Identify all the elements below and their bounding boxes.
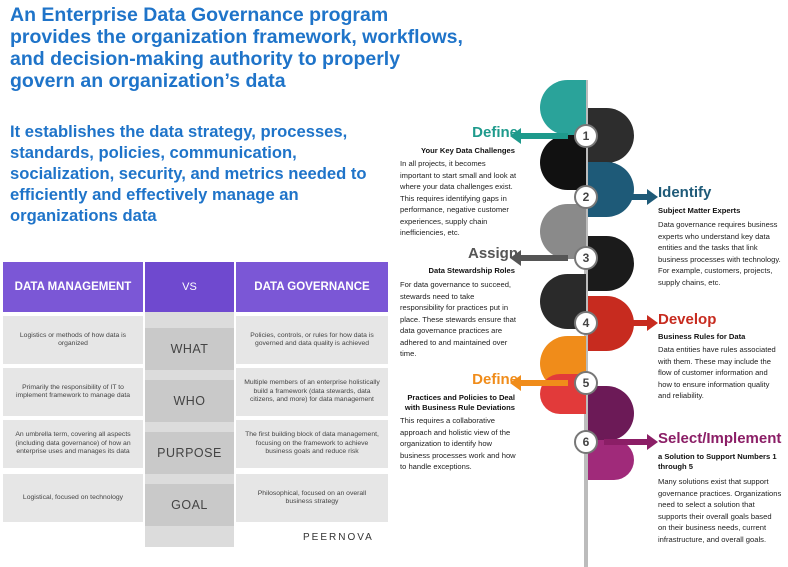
arrow-5-icon: [510, 375, 568, 391]
step-5-title: Define: [472, 371, 518, 388]
step-1-title: Define: [472, 124, 518, 141]
subheading-line: organizations data: [10, 206, 157, 225]
step-number-6: 6: [574, 430, 598, 454]
management-who-cell: Primarily the responsibility of IT to im…: [3, 368, 143, 416]
headline-line: and decision-making authority to properl…: [10, 48, 401, 70]
governance-who-cell: Multiple members of an enterprise holist…: [236, 368, 388, 416]
data-governance-header: DATA GOVERNANCE: [236, 262, 388, 312]
data-management-header: DATA MANAGEMENT: [3, 262, 143, 312]
headline: An Enterprise Data Governance program pr…: [10, 4, 510, 92]
management-what-cell: Logistics or methods of how data is orga…: [3, 316, 143, 364]
governance-steps-infographic: 1 2 3 4 5 6 Define Your Key Data Challen…: [400, 80, 788, 567]
management-goal-cell: Logistical, focused on technology: [3, 474, 143, 522]
step-number-5: 5: [574, 371, 598, 395]
step-6-title: Select/Implement: [658, 430, 782, 447]
vs-header: VS: [145, 262, 234, 312]
subheading-line: standards, policies, communication,: [10, 143, 297, 162]
step-5-body: This requires a collaborative approach a…: [400, 416, 516, 471]
subheading: It establishes the data strategy, proces…: [10, 121, 405, 226]
step-3-title: Assign: [467, 245, 518, 262]
petal-6-decoration: [588, 386, 634, 441]
peernova-logo: PEERNOVA: [303, 532, 374, 543]
subheading-line: socialization, security, and metrics nee…: [10, 164, 367, 183]
step-4-title: Develop: [658, 311, 717, 328]
arrow-1-icon: [510, 128, 568, 144]
row-label-purpose: PURPOSE: [145, 432, 234, 474]
step-3-subtitle: Data Stewardship Roles: [428, 266, 515, 275]
arrow-4-icon: [604, 315, 658, 331]
step-2-subtitle: Subject Matter Experts: [658, 206, 741, 215]
step-6-subtitle: a Solution to Support Numbers 1 through …: [658, 452, 777, 471]
step-4-subtitle: Business Rules for Data: [658, 332, 746, 341]
step-4-body: Data entities have rules associated with…: [658, 345, 776, 400]
management-purpose-cell: An umbrella term, covering all aspects (…: [3, 420, 143, 468]
arrow-2-icon: [604, 189, 658, 205]
step-number-2: 2: [574, 185, 598, 209]
step-3-body: For data governance to succeed, stewards…: [400, 280, 516, 358]
governance-purpose-cell: The first building block of data managem…: [236, 420, 388, 468]
arrow-3-icon: [510, 250, 568, 266]
step-5-subtitle: Practices and Policies to Deal with Busi…: [404, 393, 515, 412]
headline-line: provides the organization framework, wor…: [10, 26, 463, 48]
governance-what-cell: Policies, controls, or rules for how dat…: [236, 316, 388, 364]
subheading-line: It establishes the data strategy, proces…: [10, 122, 348, 141]
subheading-line: efficiently and effectively manage an: [10, 185, 299, 204]
step-6-body: Many solutions exist that support govern…: [658, 477, 782, 544]
row-label-goal: GOAL: [145, 484, 234, 526]
step-2-body: Data governance requires business expert…: [658, 220, 781, 287]
step-2-title: Identify: [658, 184, 712, 201]
step-1-subtitle: Your Key Data Challenges: [421, 146, 515, 155]
comparison-table: DATA MANAGEMENT VS DATA GOVERNANCE Logis…: [3, 262, 388, 547]
step-number-1: 1: [574, 124, 598, 148]
step-1-body: In all projects, it becomes important to…: [400, 159, 517, 237]
headline-line: An Enterprise Data Governance program: [10, 4, 389, 26]
step-number-4: 4: [574, 311, 598, 335]
governance-goal-cell: Philosophical, focused on an overall bus…: [236, 474, 388, 522]
arrow-6-icon: [604, 434, 658, 450]
row-label-who: WHO: [145, 380, 234, 422]
step-number-3: 3: [574, 246, 598, 270]
row-label-what: WHAT: [145, 328, 234, 370]
